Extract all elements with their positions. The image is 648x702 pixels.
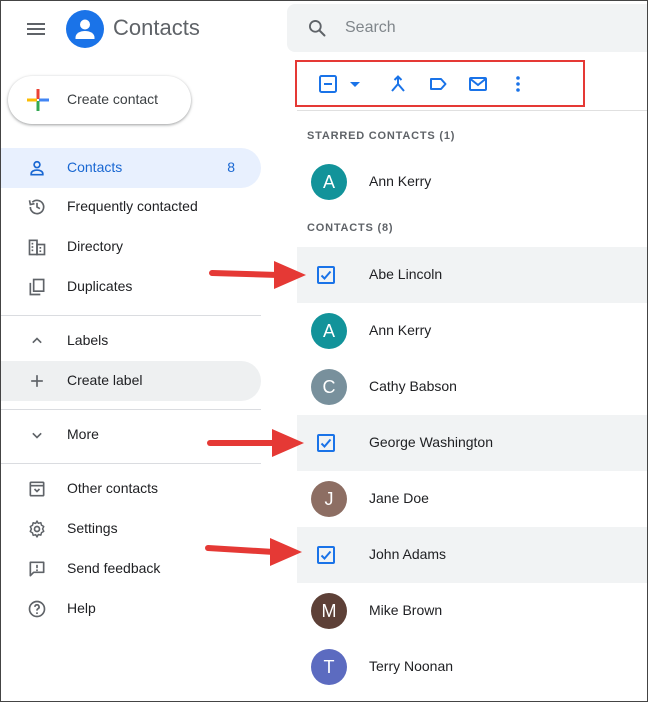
contact-row[interactable]: George Washington bbox=[297, 415, 648, 471]
contact-name: John Adams bbox=[369, 546, 447, 562]
contact-name: Terry Noonan bbox=[369, 658, 454, 674]
labels-header: Labels bbox=[67, 332, 109, 348]
create-contact-label: Create contact bbox=[67, 91, 159, 107]
check-icon bbox=[320, 438, 332, 448]
selection-toolbar bbox=[295, 60, 585, 107]
sidebar-divider bbox=[0, 315, 261, 316]
contact-name: Mike Brown bbox=[369, 602, 443, 618]
main-menu-button[interactable] bbox=[24, 17, 48, 41]
copy-icon bbox=[29, 278, 45, 296]
plus-icon bbox=[31, 375, 43, 387]
sidebar-item-contacts[interactable]: Contacts 8 bbox=[0, 148, 261, 188]
labels-toggle[interactable]: Labels bbox=[0, 321, 261, 361]
contact-row[interactable]: A Ann Kerry bbox=[297, 303, 648, 359]
contact-name: Abe Lincoln bbox=[369, 266, 443, 282]
starred-section-header: STARRED CONTACTS (1) bbox=[307, 130, 456, 142]
chevron-up-icon bbox=[32, 337, 42, 344]
select-checkbox-icon[interactable] bbox=[318, 74, 338, 94]
avatar: J bbox=[311, 481, 347, 517]
sidebar-item-label: Settings bbox=[67, 520, 118, 536]
row-checkbox[interactable] bbox=[317, 546, 335, 564]
create-label-button[interactable]: Create label bbox=[0, 361, 261, 401]
contact-name: George Washington bbox=[369, 434, 493, 450]
search-icon[interactable] bbox=[307, 18, 327, 38]
create-contact-button[interactable]: Create contact bbox=[8, 76, 191, 124]
search-bar[interactable] bbox=[287, 4, 648, 52]
sidebar-item-frequently-contacted[interactable]: Frequently contacted bbox=[0, 187, 261, 227]
sidebar-item-label: Duplicates bbox=[67, 278, 133, 294]
colorful-plus-icon bbox=[27, 89, 49, 111]
contact-name: Ann Kerry bbox=[369, 322, 432, 338]
merge-icon[interactable] bbox=[388, 74, 408, 94]
archive-icon bbox=[29, 481, 45, 497]
hamburger-icon bbox=[27, 23, 45, 35]
sidebar-item-label: Frequently contacted bbox=[67, 198, 198, 214]
history-icon bbox=[28, 199, 45, 215]
avatar: M bbox=[311, 593, 347, 629]
avatar: C bbox=[311, 369, 347, 405]
sidebar-divider bbox=[0, 409, 261, 410]
avatar: A bbox=[311, 164, 347, 200]
contact-row[interactable]: T Terry Noonan bbox=[297, 639, 648, 695]
check-icon bbox=[320, 270, 332, 280]
help-icon bbox=[28, 600, 46, 618]
person-icon bbox=[30, 160, 44, 176]
contacts-logo-icon bbox=[66, 10, 104, 48]
contact-row[interactable]: M Mike Brown bbox=[297, 583, 648, 639]
contacts-section-header: CONTACTS (8) bbox=[307, 222, 394, 234]
row-checkbox[interactable] bbox=[317, 434, 335, 452]
sidebar-item-label: Help bbox=[67, 600, 96, 616]
contact-row[interactable]: John Adams bbox=[297, 527, 648, 583]
app-title: Contacts bbox=[113, 15, 200, 40]
label-icon[interactable] bbox=[428, 74, 448, 94]
avatar: A bbox=[311, 313, 347, 349]
annotation-arrow-icon bbox=[209, 261, 306, 289]
search-input[interactable] bbox=[345, 16, 625, 40]
feedback-icon bbox=[29, 561, 45, 577]
sidebar-divider bbox=[0, 463, 261, 464]
chevron-down-icon[interactable] bbox=[345, 74, 365, 94]
sidebar-item-help[interactable]: Help bbox=[0, 589, 261, 629]
contacts-count: 8 bbox=[227, 159, 235, 175]
contact-row[interactable]: J Jane Doe bbox=[297, 471, 648, 527]
contact-name: Cathy Babson bbox=[369, 378, 457, 394]
more-label: More bbox=[67, 426, 99, 442]
contact-row[interactable]: C Cathy Babson bbox=[297, 359, 648, 415]
toolbar-divider bbox=[297, 110, 648, 111]
contact-name: Ann Kerry bbox=[369, 173, 432, 189]
annotation-arrow-icon bbox=[205, 538, 302, 566]
domain-icon bbox=[28, 239, 46, 256]
email-icon[interactable] bbox=[468, 74, 488, 94]
create-label-label: Create label bbox=[67, 372, 143, 388]
sidebar-item-label: Directory bbox=[67, 238, 124, 254]
sidebar-item-label: Send feedback bbox=[67, 560, 161, 576]
chevron-down-icon bbox=[32, 432, 42, 439]
sidebar-item-other-contacts[interactable]: Other contacts bbox=[0, 469, 261, 509]
contact-name: Jane Doe bbox=[369, 490, 429, 506]
gear-icon bbox=[29, 520, 45, 538]
sidebar-item-label: Other contacts bbox=[67, 480, 159, 496]
contact-row[interactable]: A Ann Kerry bbox=[297, 154, 648, 210]
more-vert-icon[interactable] bbox=[508, 74, 528, 94]
avatar: T bbox=[311, 649, 347, 685]
annotation-arrow-icon bbox=[207, 429, 304, 457]
check-icon bbox=[320, 550, 332, 560]
contact-row[interactable]: Abe Lincoln bbox=[297, 247, 648, 303]
sidebar-item-label: Contacts bbox=[67, 159, 123, 175]
row-checkbox[interactable] bbox=[317, 266, 335, 284]
